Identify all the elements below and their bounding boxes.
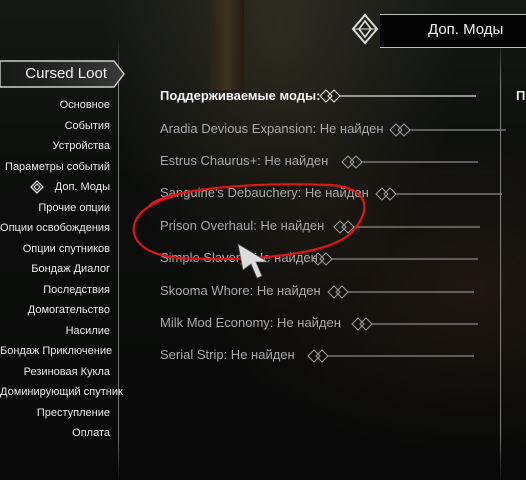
sidebar-item-label: Резиновая Кукла: [23, 365, 110, 378]
mod-status-text: Milk Mod Economy: Не найден: [160, 315, 341, 331]
supported-mods-header: Поддерживаемые моды:: [160, 88, 320, 103]
row-divider-icon: [351, 317, 478, 331]
supported-mods-header-label: Поддерживаемые моды:: [160, 88, 321, 103]
sidebar-item-label: Параметры событий: [5, 160, 110, 173]
mod-status-text: Skooma Whore: Не найден: [160, 283, 321, 299]
mod-status-text: Prison Overhaul: Не найден: [160, 218, 325, 234]
row-divider-icon: [307, 349, 474, 363]
sidebar-item-bondage-adventure[interactable]: Бондаж Приключение: [0, 341, 113, 362]
sidebar-item-label: Преступление: [36, 406, 110, 419]
slider-knot-icon: [319, 89, 476, 103]
right-column-label: П: [516, 88, 525, 103]
mod-row-estrus[interactable]: Estrus Chaurus+: Не найден: [160, 152, 328, 172]
row-divider-icon: [341, 155, 478, 169]
sidebar-item-basic[interactable]: Основное: [0, 95, 110, 116]
sidebar-item-follower-options[interactable]: Опции спутников: [0, 239, 110, 260]
header-slider-divider: [318, 88, 478, 108]
mod-row-skooma-whore[interactable]: Skooma Whore: Не найден: [160, 282, 321, 302]
celtic-knot-icon: [350, 12, 380, 46]
mod-row-prison-overhaul[interactable]: Prison Overhaul: Не найден: [160, 217, 324, 237]
sidebar-item-label: Опции освобождения: [0, 222, 110, 234]
mod-name-label: Cursed Loot: [25, 65, 107, 82]
sidebar-item-extra-mods[interactable]: Доп. Моды: [0, 177, 110, 198]
sidebar-item-label: Прочие опции: [38, 201, 110, 214]
sidebar-item-label: Последствия: [43, 283, 110, 296]
selected-knot-icon: [30, 180, 44, 194]
mod-status-text: Estrus Chaurus+: Не найден: [160, 153, 329, 169]
sidebar-item-dominant-follower[interactable]: Доминирующий спутник: [0, 382, 123, 403]
sidebar-item-label: Насилие: [65, 324, 110, 337]
row-divider-icon: [389, 123, 506, 137]
row-divider-icon: [327, 285, 474, 299]
sidebar-item-payment[interactable]: Оплата: [0, 423, 110, 444]
sidebar-item-rubber-doll[interactable]: Резиновая Кукла: [0, 362, 110, 383]
sidebar-item-violence[interactable]: Насилие: [0, 321, 110, 342]
page-title: Доп. Моды: [428, 21, 504, 38]
sidebar-item-event-params[interactable]: Параметры событий: [0, 157, 110, 178]
mod-status-text: Sanguine's Debauchery: Не найден: [160, 185, 369, 201]
mod-status-text: Serial Strip: Не найден: [160, 347, 295, 363]
mod-row-simple-slavery[interactable]: Simple Slavery: Не найден: [160, 249, 318, 269]
sidebar-item-label: События: [64, 119, 110, 132]
mod-status-text: Simple Slavery: Не найден: [160, 250, 318, 266]
sidebar-item-consequences[interactable]: Последствия: [0, 280, 110, 301]
sidebar-item-label: Бондаж Диалог: [31, 263, 110, 275]
mod-name-banner[interactable]: Cursed Loot: [0, 60, 125, 88]
sidebar-item-label: Оплата: [72, 427, 110, 439]
sidebar-item-harassment[interactable]: Домогательство: [0, 300, 110, 321]
page-title-box: Доп. Моды: [380, 14, 526, 48]
sidebar-item-label: Доминирующий спутник: [0, 386, 123, 398]
right-column-label-text: П: [516, 88, 526, 103]
sidebar-item-release-options[interactable]: Опции освобождения: [0, 218, 110, 239]
sidebar-item-devices[interactable]: Устройства: [0, 136, 110, 157]
row-divider-icon: [333, 220, 480, 234]
mod-row-serial-strip[interactable]: Serial Strip: Не найден: [160, 346, 295, 366]
sidebar-item-other-options[interactable]: Прочие опции: [0, 198, 110, 219]
sidebar-item-label: Доп. Моды: [54, 181, 110, 193]
sidebar-item-bondage-dialog[interactable]: Бондаж Диалог: [0, 259, 110, 280]
mod-row-sanguine[interactable]: Sanguine's Debauchery: Не найден: [160, 184, 369, 204]
mod-row-aradia[interactable]: Aradia Devious Expansion: Не найден: [160, 120, 384, 140]
row-divider-icon: [375, 187, 502, 201]
sidebar-item-events[interactable]: События: [0, 116, 110, 137]
sidebar-item-crime[interactable]: Преступление: [0, 403, 110, 424]
mod-status-text: Aradia Devious Expansion: Не найден: [160, 121, 384, 137]
sidebar-item-label: Основное: [59, 99, 110, 111]
sidebar-item-label: Устройства: [52, 140, 110, 152]
left-panel-divider: [118, 40, 119, 480]
sidebar-item-label: Опции спутников: [22, 242, 110, 255]
sidebar-item-label: Бондаж Приключение: [0, 345, 113, 357]
mod-row-milk-mod[interactable]: Milk Mod Economy: Не найден: [160, 314, 341, 334]
right-panel-divider: [500, 40, 501, 480]
sidebar-item-label: Домогательство: [27, 304, 110, 316]
row-divider-icon: [311, 252, 478, 266]
sidebar-menu: Основное События Устройства Параметры со…: [0, 95, 123, 444]
